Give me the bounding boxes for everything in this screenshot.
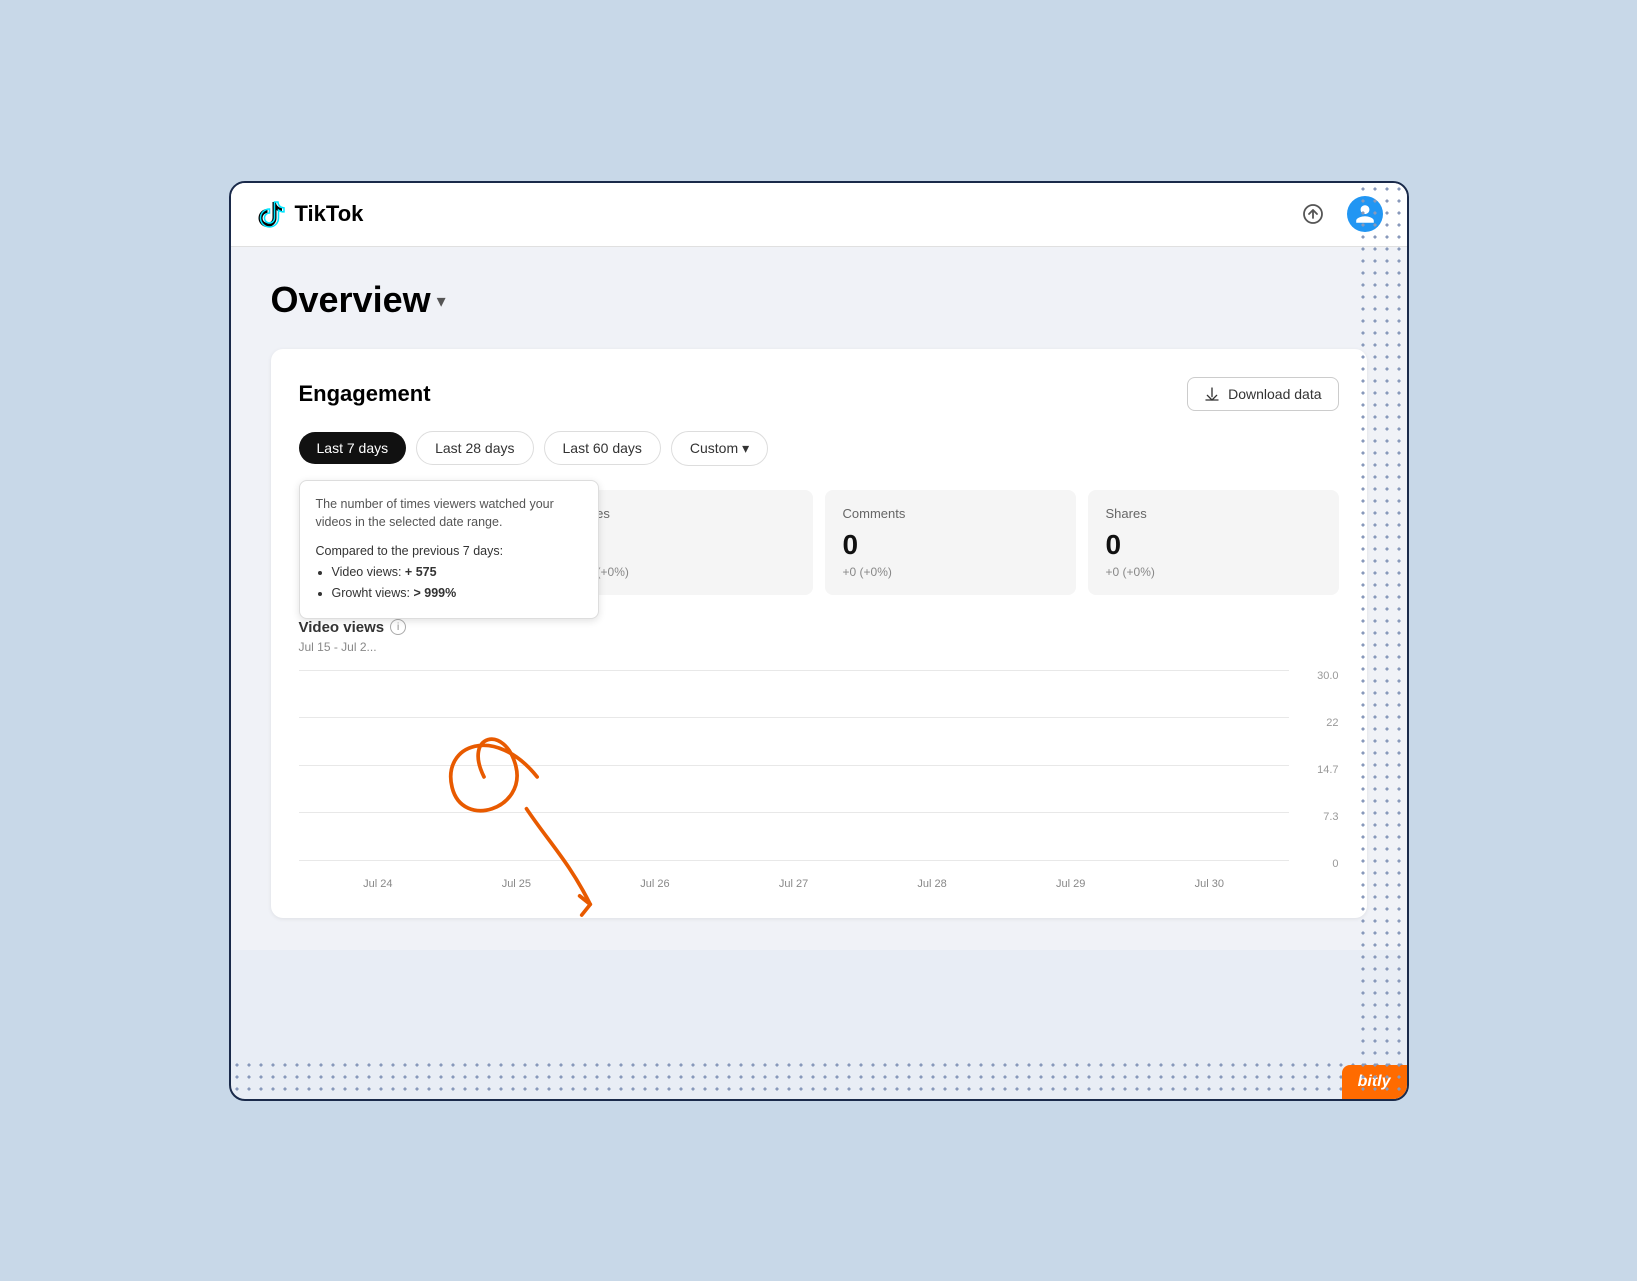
date-range-row: Last 7 days Last 28 days Last 60 days Cu… <box>299 431 1339 466</box>
stat-likes-label: Likes <box>580 506 795 521</box>
chart-y-axis: 30.0 22 14.7 7.3 0 <box>1317 670 1338 890</box>
filter-custom[interactable]: Custom ▾ <box>671 431 768 466</box>
brand-title: TikTok <box>295 201 364 227</box>
stat-comments-label: Comments <box>843 506 1058 521</box>
stat-comments-value: 0 <box>843 529 1058 561</box>
video-views-subtitle: Jul 15 - Jul 2... <box>299 640 1339 654</box>
tooltip-comparison-title: Compared to the previous 7 days: <box>316 544 504 558</box>
chart-container: 30.0 22 14.7 7.3 0 Jul 24 Jul 25 Jul 26 … <box>299 670 1339 890</box>
filter-last60days[interactable]: Last 60 days <box>544 431 661 465</box>
page-title: Overview <box>271 279 431 321</box>
video-views-title: Video views <box>299 619 385 636</box>
download-label: Download data <box>1228 386 1321 402</box>
chart-bars <box>299 670 1339 890</box>
x-label-jul24: Jul 24 <box>309 878 448 890</box>
stat-shares-change: +0 (+0%) <box>1106 565 1321 579</box>
download-icon <box>1204 386 1220 402</box>
tooltip-bullet-2: Growht views: > 999% <box>332 584 582 603</box>
stat-likes-change: +0 (+0%) <box>580 565 795 579</box>
upload-icon[interactable] <box>1295 196 1331 232</box>
x-label-jul27: Jul 27 <box>724 878 863 890</box>
x-label-jul28: Jul 28 <box>863 878 1002 890</box>
tooltip-bullets: Video views: + 575 Growht views: > 999% <box>328 563 582 603</box>
tooltip-description: The number of times viewers watched your… <box>316 495 582 533</box>
download-button[interactable]: Download data <box>1187 377 1338 411</box>
page-header: Overview ▾ <box>271 279 1367 321</box>
y-label-30: 30.0 <box>1317 670 1338 682</box>
y-label-22: 22 <box>1317 717 1338 729</box>
video-views-section: Video views i Jul 15 - Jul 2... <box>299 619 1339 890</box>
overview-dropdown-arrow[interactable]: ▾ <box>437 291 446 312</box>
stat-likes: Likes 0 +0 (+0%) <box>562 490 813 595</box>
x-label-jul29: Jul 29 <box>1001 878 1140 890</box>
main-content: Overview ▾ Engagement Download data Last… <box>231 247 1407 950</box>
custom-dropdown-arrow: ▾ <box>742 440 749 457</box>
video-views-header: Video views i <box>299 619 1339 636</box>
tiktok-logo-icon <box>255 198 287 230</box>
app-window: TikTok Overview ▾ <box>229 181 1409 1101</box>
engagement-card: Engagement Download data Last 7 days Las… <box>271 349 1367 918</box>
stat-shares-label: Shares <box>1106 506 1321 521</box>
stats-row: The number of times viewers watched your… <box>299 490 1339 595</box>
info-icon[interactable]: i <box>390 619 406 635</box>
x-labels: Jul 24 Jul 25 Jul 26 Jul 27 Jul 28 Jul 2… <box>299 878 1289 890</box>
stat-shares: Shares 0 +0 (+0%) <box>1088 490 1339 595</box>
tooltip-comparison: Compared to the previous 7 days: Video v… <box>316 542 582 602</box>
brand: TikTok <box>255 198 364 230</box>
user-avatar[interactable] <box>1347 196 1383 232</box>
x-label-jul25: Jul 25 <box>447 878 586 890</box>
x-label-jul30: Jul 30 <box>1140 878 1279 890</box>
navbar: TikTok <box>231 183 1407 247</box>
card-header: Engagement Download data <box>299 377 1339 411</box>
y-label-73: 7.3 <box>1317 811 1338 823</box>
engagement-title: Engagement <box>299 381 431 407</box>
stat-likes-value: 0 <box>580 529 795 561</box>
tooltip: The number of times viewers watched your… <box>299 480 599 620</box>
stat-comments: Comments 0 +0 (+0%) <box>825 490 1076 595</box>
filter-last7days[interactable]: Last 7 days <box>299 432 407 464</box>
stat-shares-value: 0 <box>1106 529 1321 561</box>
y-label-0: 0 <box>1317 858 1338 870</box>
navbar-actions <box>1295 196 1383 232</box>
x-label-jul26: Jul 26 <box>586 878 725 890</box>
y-label-147: 14.7 <box>1317 764 1338 776</box>
tooltip-bullet-1: Video views: + 575 <box>332 563 582 582</box>
filter-last28days[interactable]: Last 28 days <box>416 431 533 465</box>
bitly-badge: bitly <box>1342 1065 1407 1099</box>
stat-comments-change: +0 (+0%) <box>843 565 1058 579</box>
